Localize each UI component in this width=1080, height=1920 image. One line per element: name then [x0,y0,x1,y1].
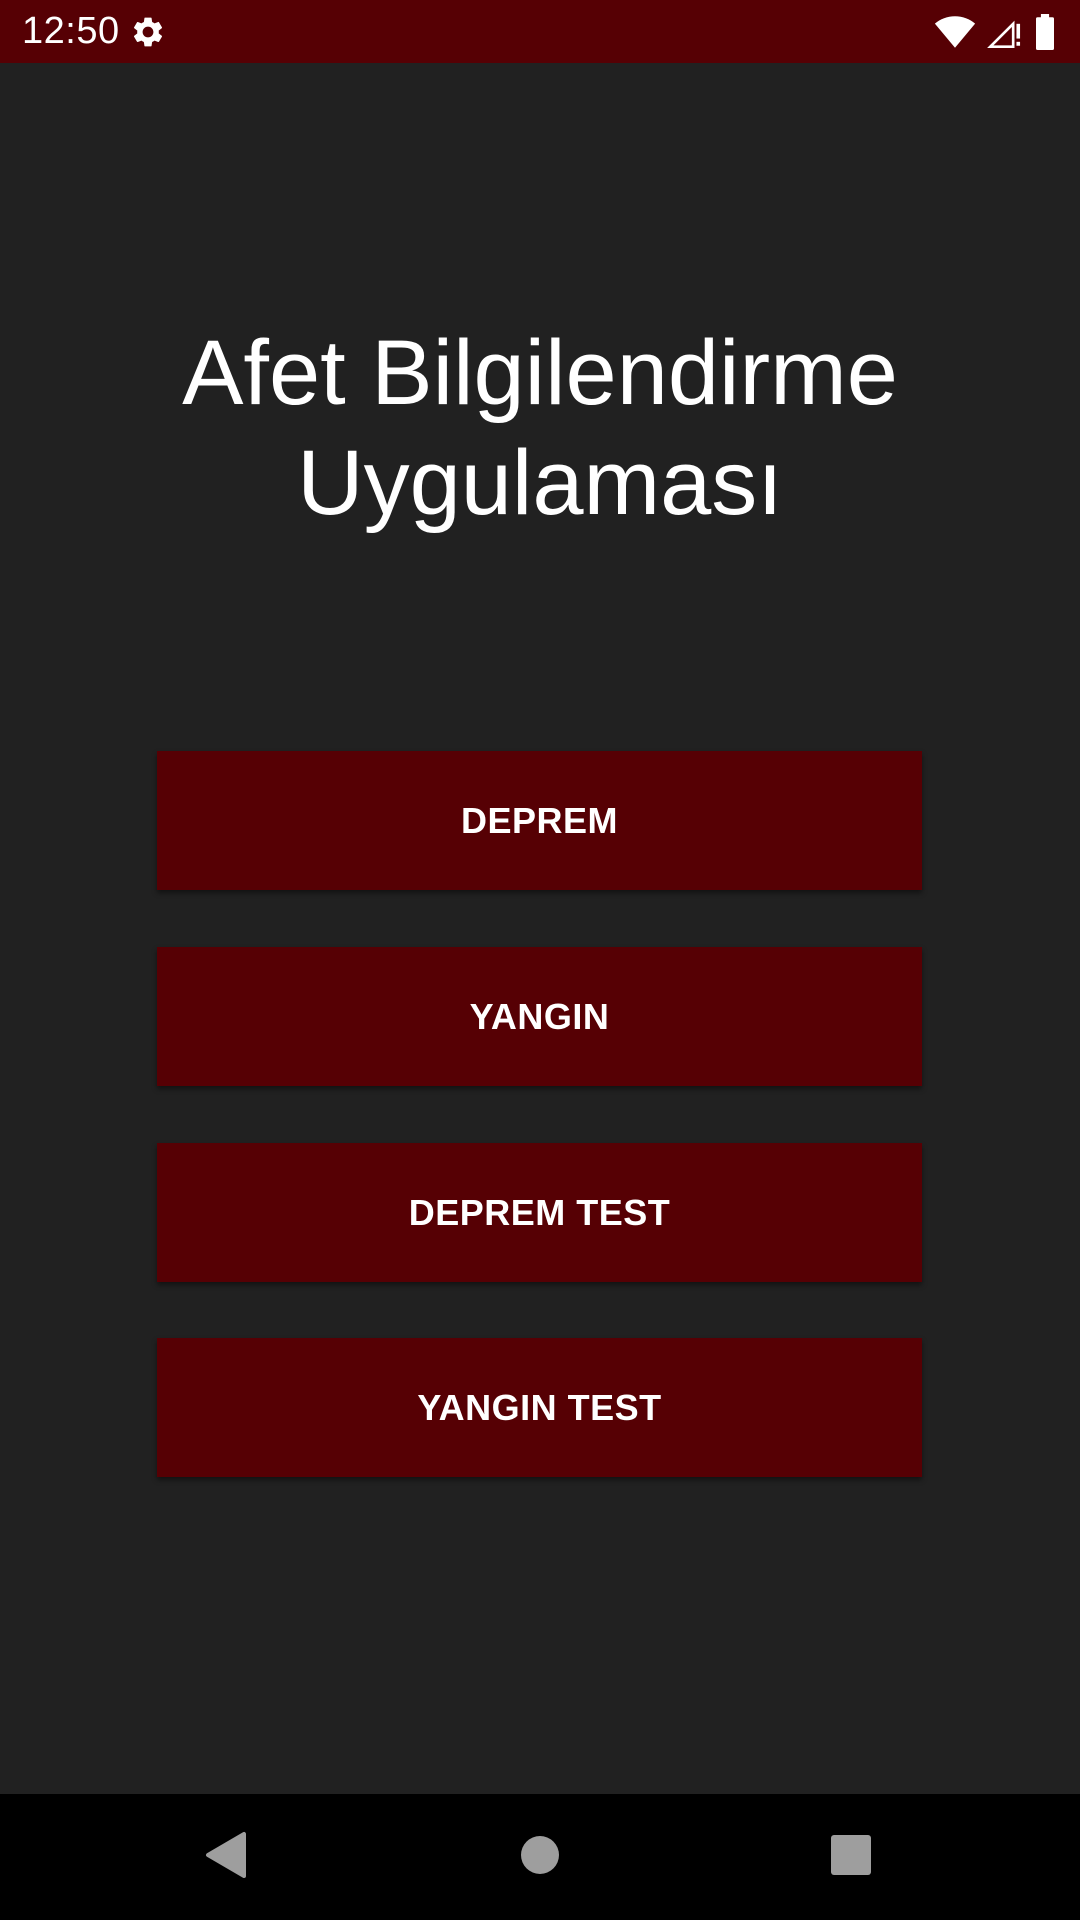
gear-icon [130,14,166,50]
yangin-button[interactable]: YANGIN [157,947,922,1086]
nav-back-button[interactable] [146,1794,306,1920]
battery-icon [1034,14,1056,50]
app-title: Afet Bilgilendirme Uygulaması [0,318,1080,538]
status-bar: 12:50 [0,0,1080,63]
signal-icon [986,14,1024,50]
yangin-test-button[interactable]: YANGIN TEST [157,1338,922,1477]
status-time: 12:50 [22,10,120,52]
recent-apps-icon [831,1834,871,1880]
app-title-line2: Uygulaması [297,432,783,534]
wifi-icon [934,14,976,50]
navigation-bar [0,1794,1080,1920]
back-icon [204,1831,248,1884]
deprem-button[interactable]: DEPREM [157,751,922,890]
nav-recent-apps-button[interactable] [771,1794,931,1920]
app-title-line1: Afet Bilgilendirme [182,322,898,424]
home-icon [520,1835,560,1880]
status-icons [934,12,1056,52]
nav-home-button[interactable] [460,1794,620,1920]
app-screen: 12:50 Afet Bilgilendirme Uygulaması DEPR… [0,0,1080,1920]
deprem-test-button[interactable]: DEPREM TEST [157,1143,922,1282]
